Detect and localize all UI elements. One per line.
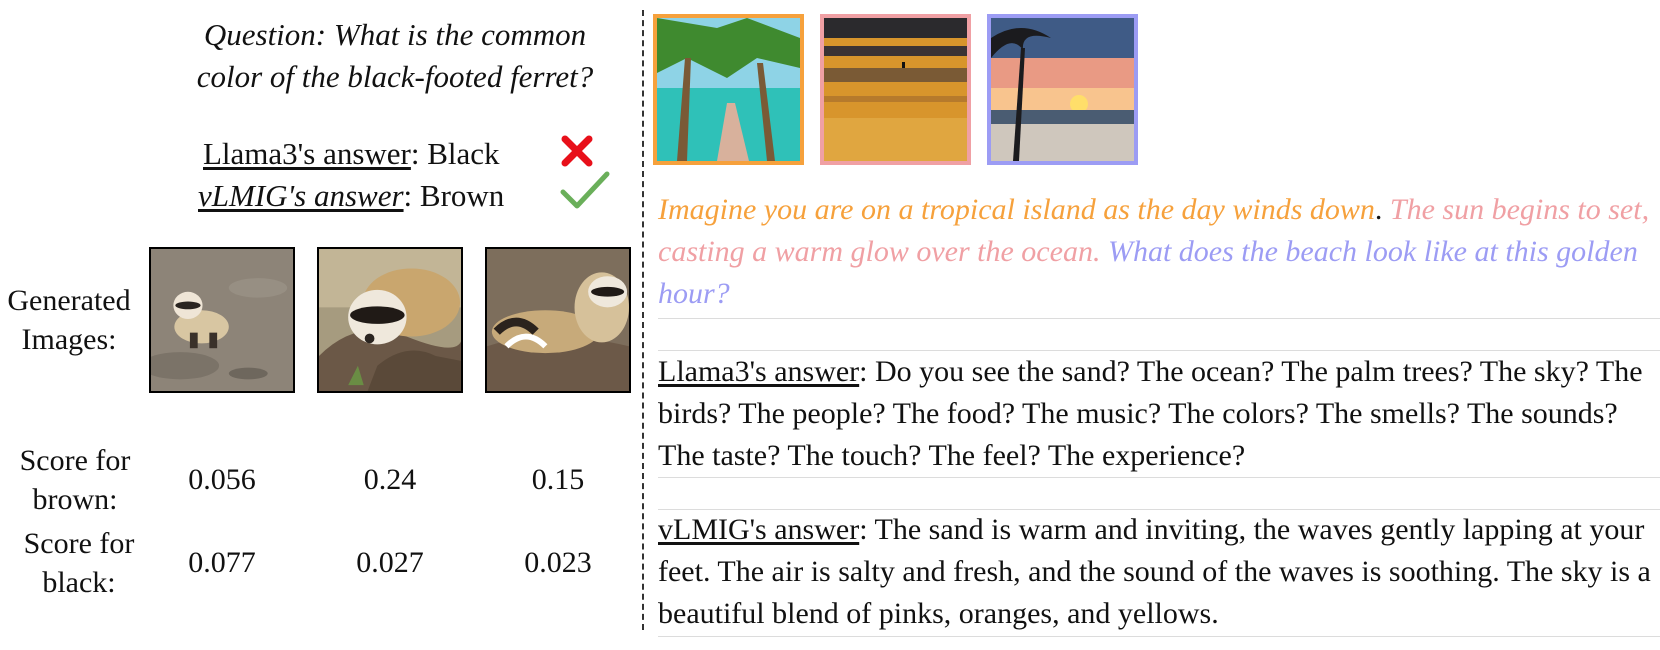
- question-line-2: color of the black-footed ferret?: [196, 59, 594, 94]
- vlmig-name: vLMIG's answer: [198, 178, 404, 213]
- check-icon: [560, 170, 610, 210]
- score-black-label: Score for black:: [23, 527, 135, 599]
- score-brown-2: 0.24: [363, 463, 417, 496]
- cross-icon: [558, 132, 596, 170]
- prompt-text: Imagine you are on a tropical island as …: [658, 189, 1658, 315]
- dashed-divider: [642, 10, 644, 630]
- beach-sunset-image: [987, 14, 1138, 165]
- beach-boardwalk-image: [653, 14, 804, 165]
- prompt-part-2: .: [1374, 193, 1390, 226]
- llama-answer-line: Llama3's answer: Black: [203, 136, 500, 171]
- score-brown-label: Score for brown:: [19, 444, 131, 516]
- llama-name: Llama3's answer: [203, 136, 411, 171]
- ferret-image: [485, 247, 631, 393]
- llama-answer-name: Llama3's answer: [658, 355, 860, 388]
- score-black-3: 0.023: [524, 546, 592, 579]
- vlmig-answer-line: vLMIG's answer: Brown: [198, 178, 505, 213]
- vlmig-answer-name: vLMIG's answer: [658, 513, 860, 546]
- question-line-1: Question: What is the common: [203, 17, 587, 52]
- vlmig-value: Brown: [419, 178, 505, 213]
- ferret-image: [317, 247, 463, 393]
- question-text: Question: What is the common color of th…: [150, 14, 640, 98]
- score-brown-3: 0.15: [531, 463, 585, 496]
- score-black-2: 0.027: [356, 546, 424, 579]
- separator-line: [658, 636, 1660, 637]
- llama-answer-paragraph: Llama3's answer: Do you see the sand? Th…: [658, 355, 1643, 472]
- vlmig-answer-paragraph: vLMIG's answer: The sand is warm and inv…: [658, 513, 1651, 630]
- prompt-part-1: Imagine you are on a tropical island as …: [658, 193, 1375, 226]
- separator-line: [658, 477, 1660, 478]
- ferret-image: [149, 247, 295, 393]
- generated-images-label: Generated Images:: [7, 284, 131, 356]
- separator-line: [658, 318, 1660, 319]
- llama-value: Black: [427, 136, 500, 171]
- beach-waves-image: [820, 14, 971, 165]
- score-brown-1: 0.056: [188, 463, 256, 496]
- score-black-1: 0.077: [188, 546, 256, 579]
